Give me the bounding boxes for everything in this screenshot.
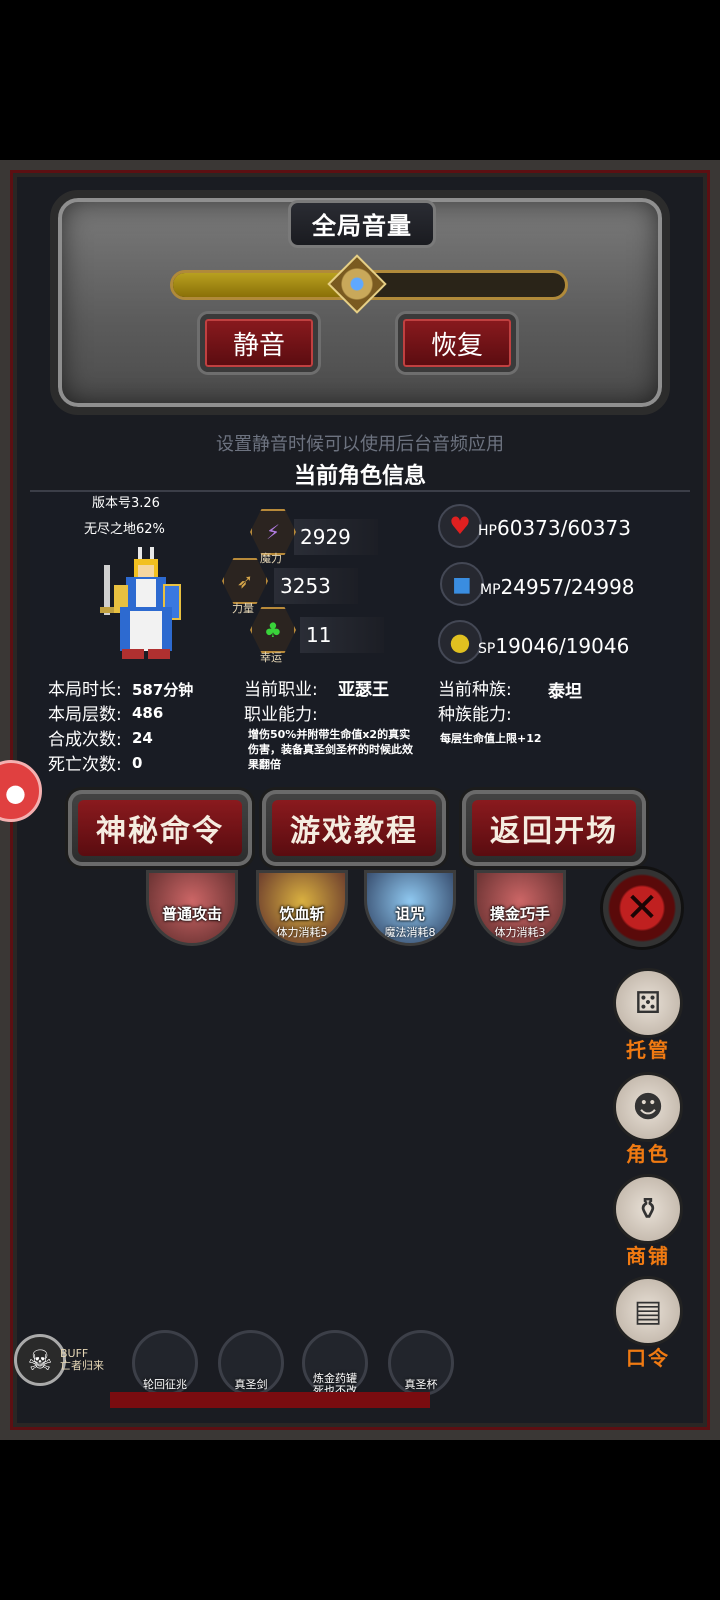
skill-cost: 体力消耗3 xyxy=(494,926,546,939)
magic-value: 2929 xyxy=(294,519,378,555)
side-nav-shop[interactable]: ⚱ 商铺 xyxy=(612,1174,684,1269)
skull-icon[interactable]: ☠ xyxy=(14,1334,66,1386)
craft-count-value: 24 xyxy=(132,729,153,747)
item-alchemy-jar[interactable]: 炼金药罐 死也不改 xyxy=(302,1330,368,1397)
death-count-value: 0 xyxy=(132,754,143,772)
skill-curse[interactable]: 诅咒 魔法消耗8 xyxy=(364,870,456,946)
skill-name: 诅咒 xyxy=(394,905,425,923)
shop-sign-icon: ⚱ xyxy=(613,1174,683,1244)
tutorial-label: 游戏教程 xyxy=(272,800,436,856)
side-nav-code[interactable]: ▤ 口令 xyxy=(612,1276,684,1371)
skill-gold-touch[interactable]: 摸金巧手 体力消耗3 xyxy=(474,870,566,946)
mute-button[interactable]: 静音 xyxy=(200,314,318,372)
restore-button[interactable]: 恢复 xyxy=(398,314,516,372)
side-nav-role-label: 角色 xyxy=(626,1142,670,1166)
run-floors-label: 本局层数: xyxy=(48,705,122,725)
mana-icon: ◼ xyxy=(440,562,484,606)
skill-name: 普通攻击 xyxy=(161,905,222,923)
buff-label: BUFF 亡者归来 xyxy=(60,1348,104,1372)
bottom-health-bar xyxy=(110,1392,430,1408)
tutorial-button[interactable]: 游戏教程 xyxy=(262,790,446,866)
return-start-label: 返回开场 xyxy=(472,800,636,856)
death-count-label: 死亡次数: xyxy=(48,755,122,775)
side-nav-shop-label: 商铺 xyxy=(626,1244,670,1268)
run-floors-value: 486 xyxy=(132,704,164,722)
hooded-figure-icon: ☻ xyxy=(613,1072,683,1142)
item-name: 真圣杯 xyxy=(404,1378,438,1391)
hero-sprite xyxy=(100,547,181,659)
dungeon-progress: 无尽之地62% xyxy=(84,522,165,537)
heart-icon: ♥ xyxy=(438,504,482,548)
race-ability-desc: 每层生命值上限+12 xyxy=(440,732,542,745)
job-label: 当前职业: xyxy=(244,680,318,700)
luck-value: 11 xyxy=(300,617,384,653)
volume-title: 全局音量 xyxy=(312,212,412,240)
muscle-icon: ● xyxy=(438,620,482,664)
item-holy-sword[interactable]: 真圣剑 xyxy=(218,1330,284,1396)
strength-label: 力量 xyxy=(232,602,254,615)
skill-cost: 魔法消耗8 xyxy=(384,926,436,939)
close-icon[interactable]: ✕ xyxy=(600,866,684,950)
race-label: 当前种族: xyxy=(438,680,512,700)
job-value: 亚瑟王 xyxy=(338,680,389,700)
skill-cost: 体力消耗5 xyxy=(276,926,328,939)
craft-count-label: 合成次数: xyxy=(48,730,122,750)
side-nav-role[interactable]: ☻ 角色 xyxy=(612,1072,684,1167)
book-icon: ▤ xyxy=(613,1276,683,1346)
hp-value: 60373/60373 xyxy=(496,516,631,540)
hp-label: HP xyxy=(478,523,497,539)
race-ability-label: 种族能力: xyxy=(438,705,512,725)
magic-label: 魔力 xyxy=(260,552,282,565)
return-start-button[interactable]: 返回开场 xyxy=(462,790,646,866)
background-audio-hint: 设置静音时候可以使用后台音频应用 xyxy=(216,434,504,455)
item-holy-grail[interactable]: 真圣杯 xyxy=(388,1330,454,1396)
item-name: 真圣剑 xyxy=(234,1378,268,1391)
sp-stat: SP19046/19046 xyxy=(478,634,629,658)
secret-command-label: 神秘命令 xyxy=(78,800,242,856)
skill-blood-slash[interactable]: 饮血斩 体力消耗5 xyxy=(256,870,348,946)
job-ability-desc: 增伤50%并附带生命值x2的真实伤害，装备真圣剑圣杯的时候此效果翻倍 xyxy=(248,728,413,771)
side-nav-code-label: 口令 xyxy=(626,1346,670,1370)
strength-value: 3253 xyxy=(274,568,358,604)
job-ability-label: 职业能力: xyxy=(244,705,318,725)
secret-command-button[interactable]: 神秘命令 xyxy=(68,790,252,866)
sp-label: SP xyxy=(478,641,496,657)
mp-value: 24957/24998 xyxy=(500,575,635,599)
item-reincarnation-omen[interactable]: 轮回征兆 xyxy=(132,1330,198,1396)
run-time-label: 本局时长: xyxy=(48,680,122,700)
skill-name: 饮血斩 xyxy=(279,905,325,923)
skill-name: 摸金巧手 xyxy=(489,905,550,923)
run-time-value: 587分钟 xyxy=(132,681,194,699)
race-value: 泰坦 xyxy=(548,682,582,702)
dice-icon: ⚄ xyxy=(613,968,683,1038)
character-info-title: 当前角色信息 xyxy=(293,464,426,489)
mp-label: MP xyxy=(480,582,501,598)
item-name: 轮回征兆 xyxy=(143,1378,187,1391)
buff-name: 亡者归来 xyxy=(60,1359,104,1372)
sp-value: 19046/19046 xyxy=(495,634,630,658)
hp-stat: HP60373/60373 xyxy=(478,516,631,540)
version-label: 版本号3.26 xyxy=(92,496,160,511)
luck-label: 幸运 xyxy=(260,651,282,664)
mp-stat: MP24957/24998 xyxy=(480,575,635,599)
side-nav-auto[interactable]: ⚄ 托管 xyxy=(612,968,684,1063)
side-nav-auto-label: 托管 xyxy=(626,1038,670,1062)
person-icon: ● xyxy=(5,779,26,807)
